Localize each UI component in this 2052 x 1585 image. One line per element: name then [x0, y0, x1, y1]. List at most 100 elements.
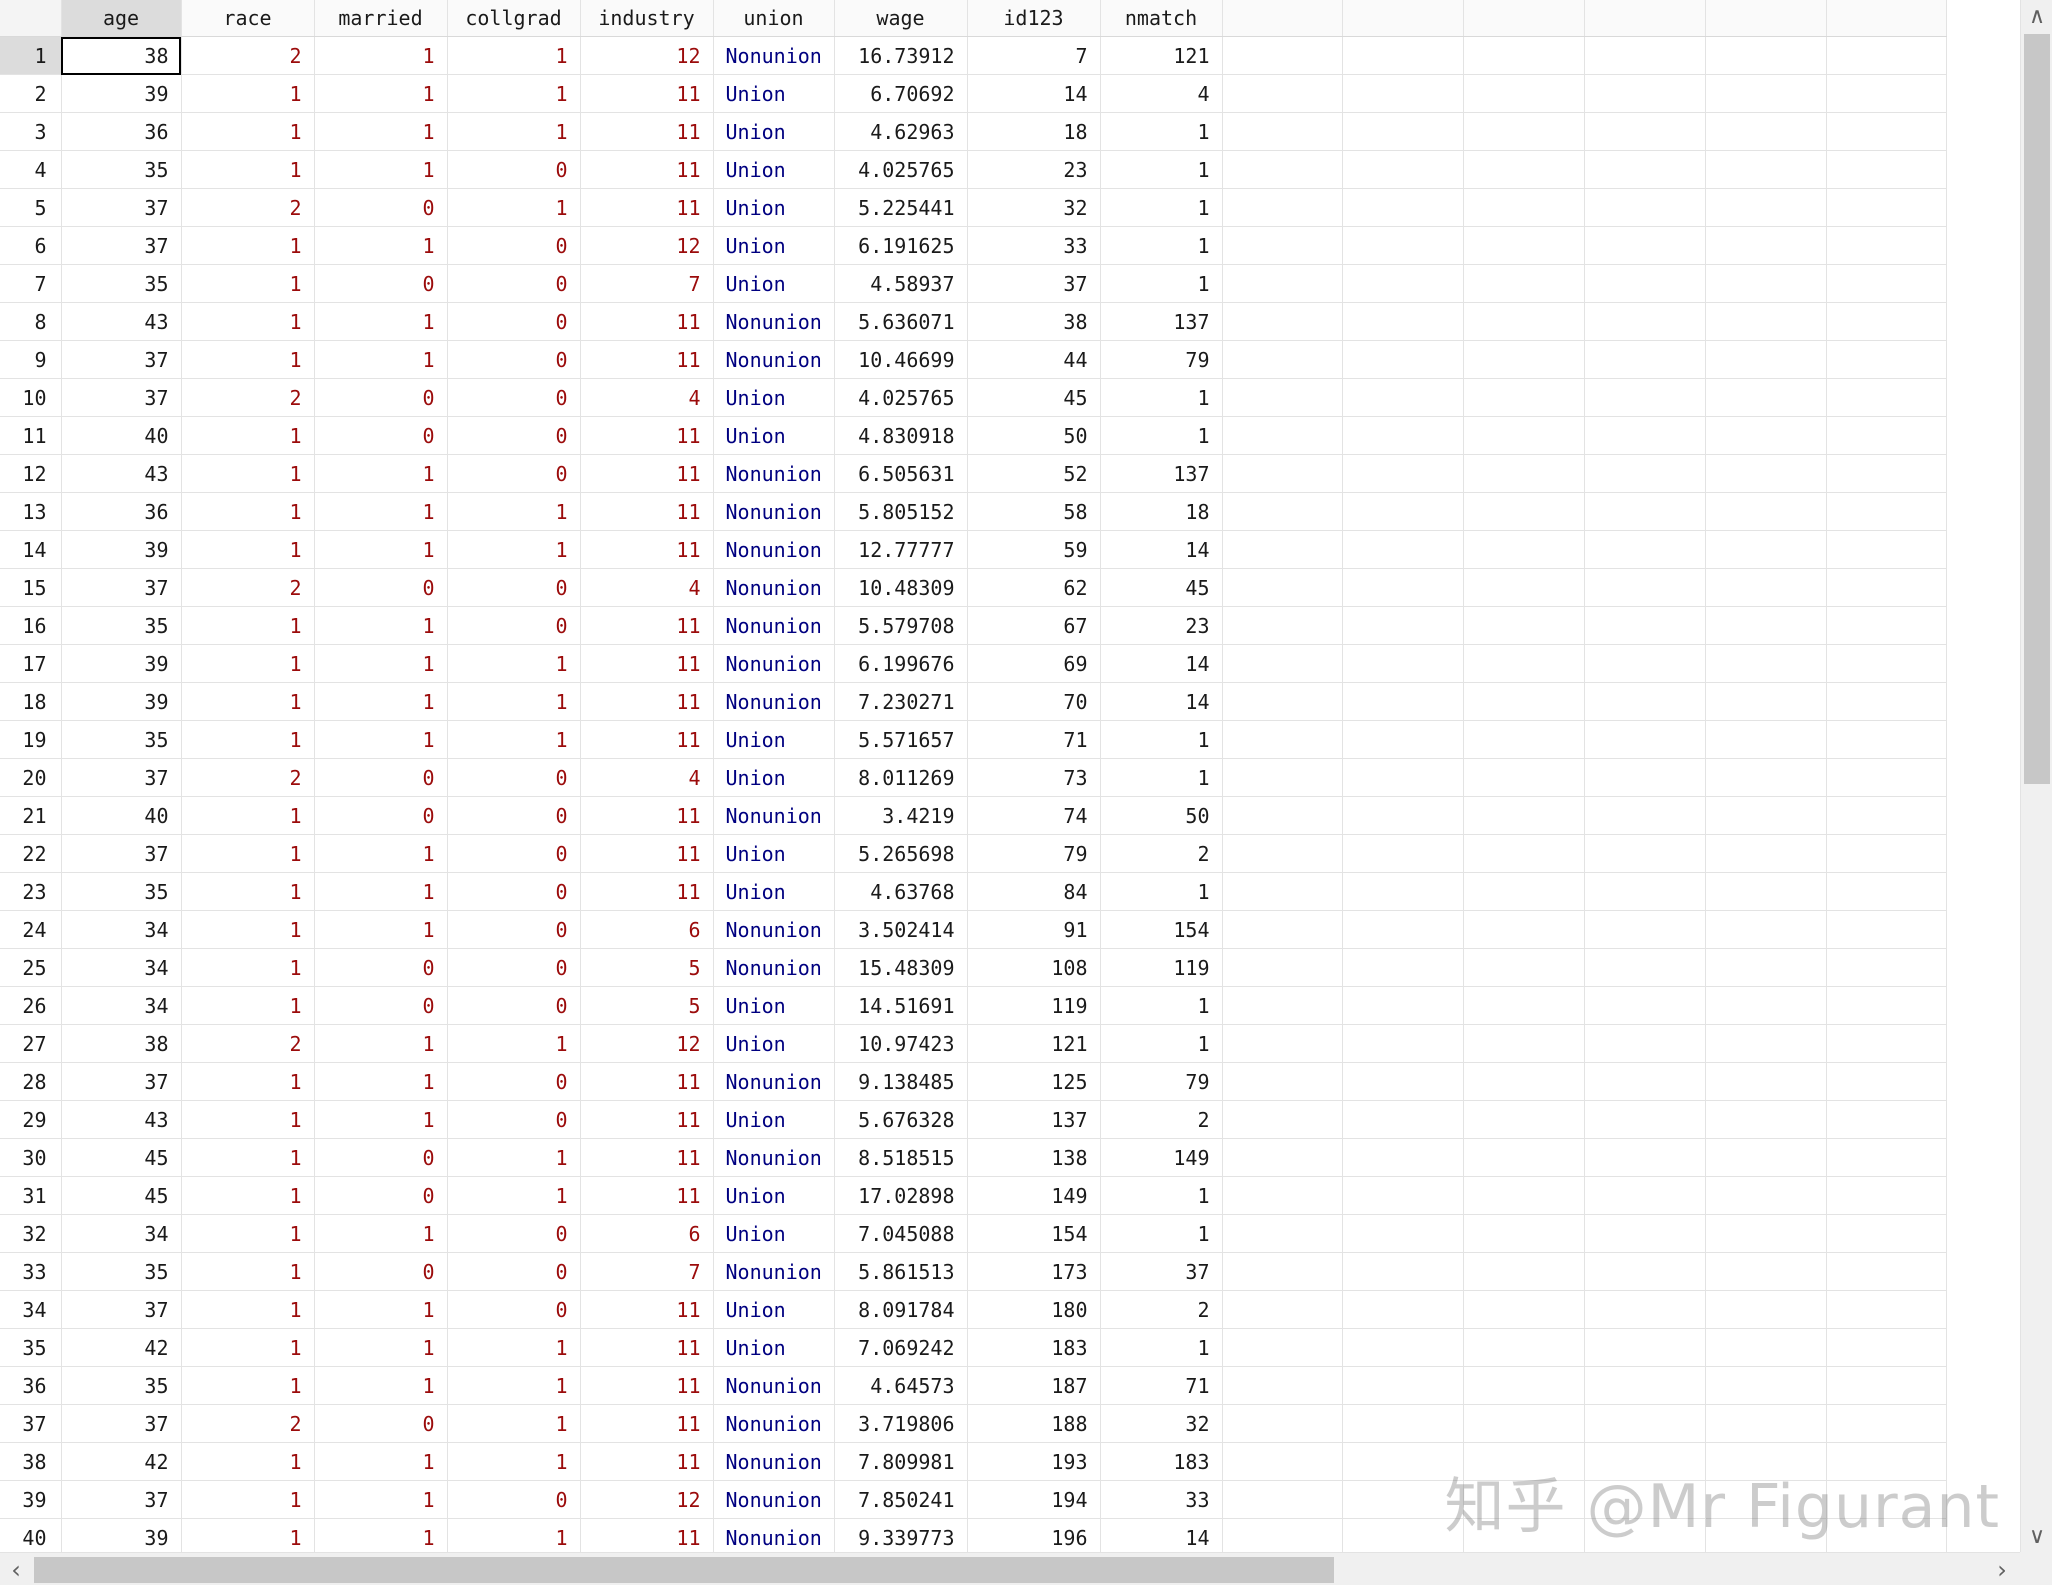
cell-nmatch[interactable]: 23 [1100, 606, 1223, 645]
empty-cell[interactable] [1705, 720, 1827, 759]
cell-union[interactable]: Nonunion [713, 910, 835, 949]
row-number[interactable]: 18 [0, 682, 62, 721]
cell-married[interactable]: 1 [314, 1518, 448, 1552]
empty-cell[interactable] [1826, 720, 1947, 759]
empty-cell[interactable] [1342, 1062, 1464, 1101]
empty-cell[interactable] [1463, 340, 1585, 379]
empty-cell[interactable] [1222, 530, 1343, 569]
empty-cell[interactable] [1463, 834, 1585, 873]
cell-age[interactable]: 35 [61, 150, 182, 189]
cell-married[interactable]: 1 [314, 1366, 448, 1405]
empty-cell[interactable] [1705, 264, 1827, 303]
row-number[interactable]: 40 [0, 1518, 62, 1552]
empty-cell[interactable] [1342, 568, 1464, 607]
cell-wage[interactable]: 8.011269 [834, 758, 968, 797]
cell-collgrad[interactable]: 0 [447, 834, 581, 873]
empty-cell[interactable] [1826, 1176, 1947, 1215]
row-number[interactable]: 24 [0, 910, 62, 949]
empty-cell[interactable] [1826, 1138, 1947, 1177]
row-number[interactable]: 31 [0, 1176, 62, 1215]
cell-union[interactable]: Nonunion [713, 530, 835, 569]
cell-id123[interactable]: 91 [967, 910, 1101, 949]
empty-cell[interactable] [1705, 74, 1827, 113]
cell-race[interactable]: 1 [181, 682, 315, 721]
empty-cell[interactable] [1463, 1062, 1585, 1101]
cell-id123[interactable]: 45 [967, 378, 1101, 417]
cell-collgrad[interactable]: 1 [447, 1024, 581, 1063]
empty-cell[interactable] [1222, 568, 1343, 607]
cell-married[interactable]: 1 [314, 1100, 448, 1139]
cell-wage[interactable]: 9.339773 [834, 1518, 968, 1552]
cell-nmatch[interactable]: 183 [1100, 1442, 1223, 1481]
cell-race[interactable]: 2 [181, 36, 315, 75]
column-header-empty[interactable] [1222, 0, 1343, 37]
empty-cell[interactable] [1342, 682, 1464, 721]
cell-married[interactable]: 1 [314, 1480, 448, 1519]
empty-cell[interactable] [1342, 644, 1464, 683]
empty-cell[interactable] [1463, 1290, 1585, 1329]
cell-union[interactable]: Union [713, 416, 835, 455]
empty-cell[interactable] [1826, 1328, 1947, 1367]
scroll-right-button[interactable]: › [1986, 1553, 2018, 1585]
empty-cell[interactable] [1705, 1442, 1827, 1481]
cell-wage[interactable]: 4.025765 [834, 378, 968, 417]
cell-collgrad[interactable]: 1 [447, 492, 581, 531]
cell-union[interactable]: Nonunion [713, 492, 835, 531]
cell-industry[interactable]: 7 [580, 1252, 714, 1291]
cell-industry[interactable]: 5 [580, 948, 714, 987]
empty-cell[interactable] [1463, 1328, 1585, 1367]
cell-nmatch[interactable]: 45 [1100, 568, 1223, 607]
row-number[interactable]: 22 [0, 834, 62, 873]
row-number[interactable]: 10 [0, 378, 62, 417]
cell-race[interactable]: 1 [181, 1480, 315, 1519]
cell-age[interactable]: 37 [61, 568, 182, 607]
cell-nmatch[interactable]: 1 [1100, 188, 1223, 227]
cell-id123[interactable]: 183 [967, 1328, 1101, 1367]
empty-cell[interactable] [1584, 530, 1706, 569]
empty-cell[interactable] [1705, 1176, 1827, 1215]
cell-id123[interactable]: 44 [967, 340, 1101, 379]
cell-id123[interactable]: 108 [967, 948, 1101, 987]
cell-union[interactable]: Union [713, 112, 835, 151]
empty-cell[interactable] [1463, 36, 1585, 75]
cell-collgrad[interactable]: 1 [447, 1176, 581, 1215]
empty-cell[interactable] [1342, 1024, 1464, 1063]
cell-industry[interactable]: 11 [580, 112, 714, 151]
empty-cell[interactable] [1463, 150, 1585, 189]
empty-cell[interactable] [1826, 36, 1947, 75]
cell-industry[interactable]: 11 [580, 606, 714, 645]
cell-married[interactable]: 0 [314, 264, 448, 303]
cell-id123[interactable]: 7 [967, 36, 1101, 75]
row-number[interactable]: 3 [0, 112, 62, 151]
empty-cell[interactable] [1342, 150, 1464, 189]
column-header-age[interactable]: age [61, 0, 182, 37]
row-number[interactable]: 27 [0, 1024, 62, 1063]
cell-age[interactable]: 43 [61, 302, 182, 341]
cell-age[interactable]: 39 [61, 644, 182, 683]
cell-age[interactable]: 38 [61, 36, 182, 75]
empty-cell[interactable] [1222, 796, 1343, 835]
empty-cell[interactable] [1584, 264, 1706, 303]
empty-cell[interactable] [1222, 872, 1343, 911]
cell-race[interactable]: 1 [181, 340, 315, 379]
empty-cell[interactable] [1342, 1252, 1464, 1291]
empty-cell[interactable] [1463, 1480, 1585, 1519]
empty-cell[interactable] [1584, 1480, 1706, 1519]
cell-race[interactable]: 1 [181, 74, 315, 113]
cell-union[interactable]: Nonunion [713, 1518, 835, 1552]
cell-wage[interactable]: 5.676328 [834, 1100, 968, 1139]
row-number[interactable]: 19 [0, 720, 62, 759]
cell-collgrad[interactable]: 0 [447, 1100, 581, 1139]
empty-cell[interactable] [1342, 1100, 1464, 1139]
cell-nmatch[interactable]: 1 [1100, 1024, 1223, 1063]
empty-cell[interactable] [1222, 416, 1343, 455]
cell-race[interactable]: 1 [181, 1290, 315, 1329]
row-number[interactable]: 11 [0, 416, 62, 455]
row-number[interactable]: 34 [0, 1290, 62, 1329]
empty-cell[interactable] [1463, 188, 1585, 227]
cell-married[interactable]: 0 [314, 1176, 448, 1215]
cell-id123[interactable]: 188 [967, 1404, 1101, 1443]
cell-nmatch[interactable]: 14 [1100, 1518, 1223, 1552]
empty-cell[interactable] [1826, 796, 1947, 835]
cell-id123[interactable]: 173 [967, 1252, 1101, 1291]
